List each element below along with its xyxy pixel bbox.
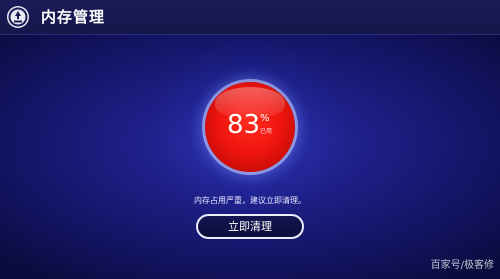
page-title: 内存管理 (41, 8, 106, 26)
memory-usage-caption: 已用 (260, 128, 273, 135)
memory-usage-gauge: 83 % 已用 (205, 82, 295, 172)
header-bar: 内存管理 (0, 0, 500, 35)
memory-usage-unit: % (260, 113, 270, 124)
memory-manager-screen: 内存管理 83 % 已用 内存占用严重，建议立即清理。 立即清理 百家号/极客修 (0, 0, 500, 279)
memory-manager-icon (7, 6, 29, 28)
clean-now-button[interactable]: 立即清理 (196, 214, 304, 239)
memory-usage-value: 83 (227, 110, 261, 140)
watermark-text: 百家号/极客修 (430, 260, 494, 271)
status-message: 内存占用严重，建议立即清理。 (194, 196, 306, 205)
